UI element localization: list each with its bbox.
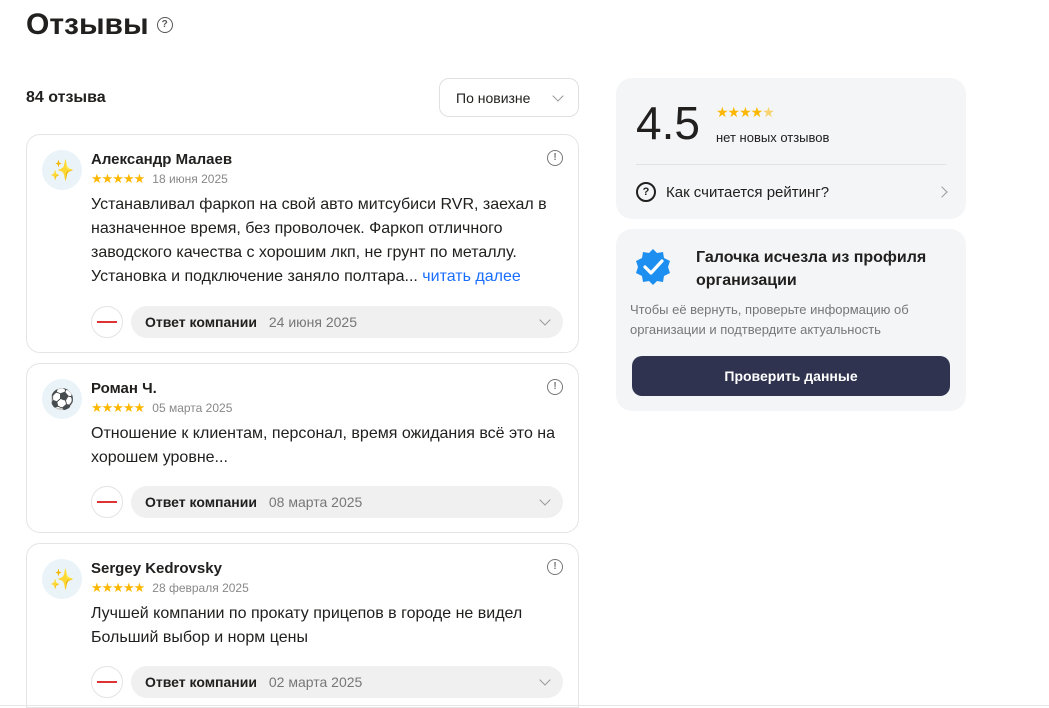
review-text: Лучшей компании по прокату прицепов в го… <box>91 602 561 650</box>
page-title: Отзывы ? <box>26 8 173 42</box>
rating-stars: ★★★★★ <box>716 104 775 120</box>
review-card: ⚽ Роман Ч. ★★★★★ 05 марта 2025 ! Отношен… <box>26 363 579 533</box>
sort-dropdown-label: По новизне <box>456 89 531 106</box>
review-meta: ★★★★★ 18 июня 2025 <box>91 171 228 187</box>
company-logo <box>91 666 123 698</box>
sparkles-icon[interactable]: ✨ <box>42 559 82 599</box>
chevron-down-icon <box>552 89 564 102</box>
review-date: 18 июня 2025 <box>152 172 228 186</box>
review-text: Устанавливал фаркоп на свой авто митсуби… <box>91 193 561 289</box>
question-circle-icon: ? <box>636 182 656 202</box>
rating-value: 4.5 <box>636 97 700 149</box>
company-reply[interactable]: Ответ компании 24 июня 2025 <box>91 306 563 338</box>
rating-info-label: Как считается рейтинг? <box>666 183 830 201</box>
review-text: Отношение к клиентам, персонал, время ож… <box>91 422 561 470</box>
review-card: ✨ Sergey Kedrovsky ★★★★★ 28 февраля 2025… <box>26 543 579 708</box>
chevron-down-icon <box>539 674 551 686</box>
review-count: 84 отзыва <box>26 89 106 106</box>
review-text-body: Отношение к клиентам, персонал, время ож… <box>91 425 556 466</box>
divider <box>636 164 946 165</box>
review-author[interactable]: Александр Малаев <box>91 151 232 168</box>
sort-dropdown[interactable]: По новизне <box>439 78 579 117</box>
soccer-ball-icon[interactable]: ⚽ <box>42 379 82 419</box>
review-author[interactable]: Роман Ч. <box>91 380 157 397</box>
chevron-down-icon <box>539 314 551 326</box>
report-icon[interactable]: ! <box>547 559 563 575</box>
sparkles-icon[interactable]: ✨ <box>42 150 82 190</box>
review-meta: ★★★★★ 05 марта 2025 <box>91 400 232 416</box>
review-author[interactable]: Sergey Kedrovsky <box>91 560 222 577</box>
question-circle-icon[interactable]: ? <box>156 17 173 33</box>
read-more-link[interactable]: читать далее <box>422 268 520 285</box>
reply-date: 24 июня 2025 <box>268 314 358 330</box>
reply-label: Ответ компании <box>145 494 257 510</box>
company-reply[interactable]: Ответ компании 08 марта 2025 <box>91 486 563 518</box>
report-icon[interactable]: ! <box>547 379 563 395</box>
review-stars: ★★★★★ <box>91 171 145 186</box>
review-date: 28 февраля 2025 <box>152 581 249 595</box>
company-reply-toggle[interactable]: Ответ компании 02 марта 2025 <box>131 666 563 698</box>
divider <box>0 705 1049 706</box>
reply-date: 02 марта 2025 <box>268 674 363 690</box>
company-reply-toggle[interactable]: Ответ компании 08 марта 2025 <box>131 486 563 518</box>
review-stars: ★★★★★ <box>91 580 145 595</box>
verified-badge-icon <box>636 249 670 285</box>
rating-panel: 4.5 ★★★★★ нет новых отзывов ? Как считае… <box>616 78 966 219</box>
review-text-body: Лучшей компании по прокату прицепов в го… <box>91 605 523 646</box>
review-date: 05 марта 2025 <box>152 401 233 415</box>
review-meta: ★★★★★ 28 февраля 2025 <box>91 580 249 596</box>
chevron-right-icon <box>936 186 948 198</box>
company-reply-toggle[interactable]: Ответ компании 24 июня 2025 <box>131 306 563 338</box>
rating-status: нет новых отзывов <box>716 130 830 145</box>
report-icon[interactable]: ! <box>547 150 563 166</box>
company-logo <box>91 486 123 518</box>
reply-date: 08 марта 2025 <box>268 494 363 510</box>
verification-panel: Галочка исчезла из профиля организации Ч… <box>616 229 966 411</box>
check-data-button[interactable]: Проверить данные <box>632 356 950 396</box>
verification-description: Чтобы её вернуть, проверьте информацию о… <box>630 302 909 337</box>
verification-title: Галочка исчезла из профиля организации <box>696 249 927 289</box>
chevron-down-icon <box>539 494 551 506</box>
reply-label: Ответ компании <box>145 674 257 690</box>
review-card: ✨ Александр Малаев ★★★★★ 18 июня 2025 ! … <box>26 134 579 353</box>
reply-label: Ответ компании <box>145 314 257 330</box>
review-stars: ★★★★★ <box>91 400 145 415</box>
page-title-text: Отзывы <box>26 8 149 41</box>
company-logo <box>91 306 123 338</box>
rating-info-link[interactable]: ? Как считается рейтинг? <box>636 180 948 204</box>
company-reply[interactable]: Ответ компании 02 марта 2025 <box>91 666 563 698</box>
